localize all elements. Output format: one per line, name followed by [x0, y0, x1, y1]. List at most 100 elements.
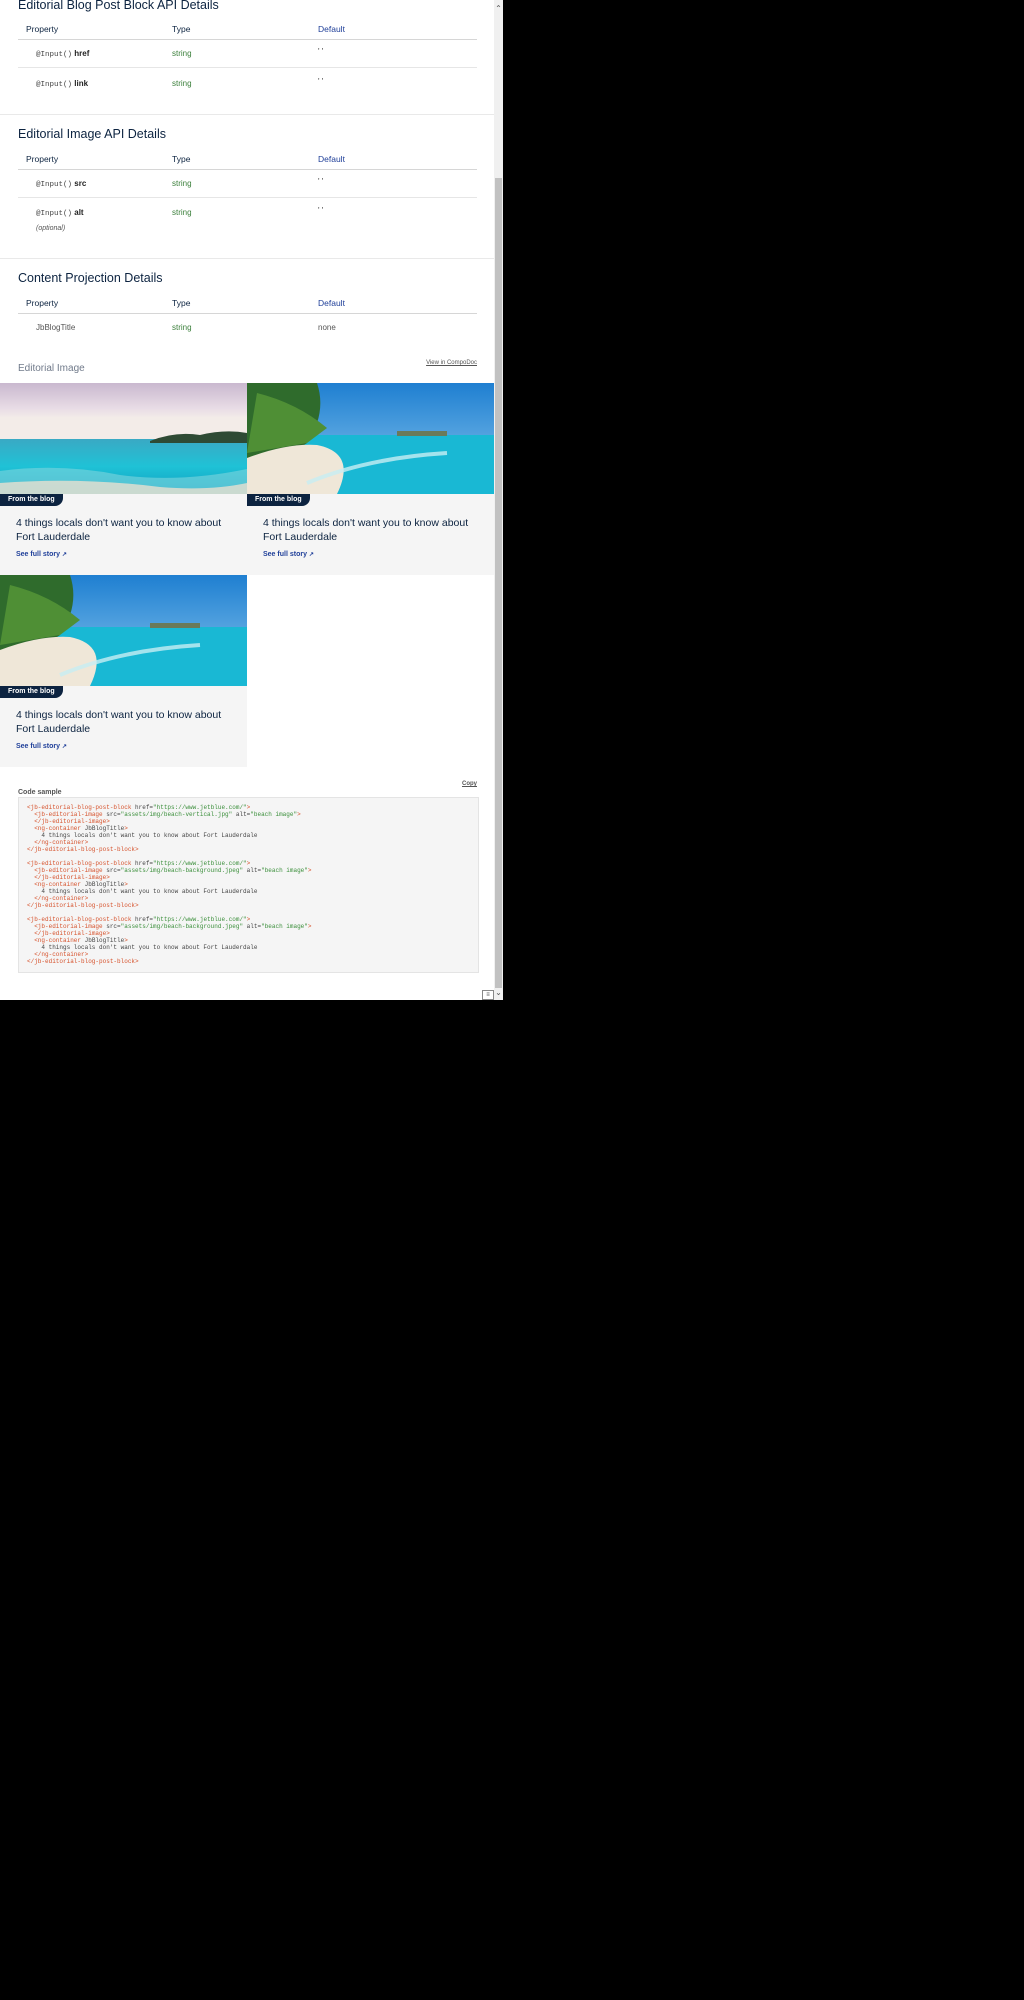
col-type: Type [164, 19, 310, 40]
type-value: string [172, 323, 192, 332]
type-value: string [172, 208, 192, 217]
code-line: </ng-container> [34, 895, 89, 902]
scroll-down-icon[interactable]: ⌄ [494, 988, 503, 998]
see-full-story-link[interactable]: See full story ↗ [263, 551, 314, 558]
code-line: <jb-editorial-blog-post-block href="http… [27, 804, 251, 811]
code-line: </jb-editorial-blog-post-block> [27, 958, 139, 965]
blog-card[interactable]: From the blog 4 things locals don't want… [0, 383, 247, 575]
property-name: JbBlogTitle [36, 323, 76, 332]
property-name: src [74, 179, 87, 188]
arrow-up-right-icon: ↗ [61, 552, 67, 558]
default-value: ' ' [318, 47, 324, 56]
link-label: See full story [263, 551, 307, 558]
code-line: <jb-editorial-image src="assets/img/beac… [34, 867, 312, 874]
table-row: @Input() alt (optional) string ' ' [18, 198, 477, 244]
copy-button[interactable]: Copy [462, 781, 477, 787]
blog-card[interactable]: From the blog 4 things locals don't want… [0, 575, 247, 767]
link-label: See full story [16, 743, 60, 750]
see-full-story-link[interactable]: See full story ↗ [16, 551, 67, 558]
scrollbar-thumb[interactable] [495, 178, 502, 988]
card-title: 4 things locals don't want you to know a… [16, 517, 222, 543]
arrow-up-right-icon: ↗ [308, 552, 314, 558]
code-line: <ng-container JbBlogTitle> [34, 937, 128, 944]
from-the-blog-badge: From the blog [247, 494, 310, 506]
code-line: 4 things locals don't want you to know a… [27, 944, 258, 951]
table-header: Property Type Default [18, 293, 477, 314]
code-line: <ng-container JbBlogTitle> [34, 881, 128, 888]
view-in-compodoc-link[interactable]: View in CompoDoc [426, 360, 477, 366]
code-line: <jb-editorial-image src="assets/img/beac… [34, 923, 312, 930]
default-value: ' ' [318, 77, 324, 86]
blog-post-api-section: Editorial Blog Post Block API Details Pr… [0, 0, 495, 98]
beach-image [247, 383, 494, 494]
type-value: string [172, 79, 192, 88]
code-line: </jb-editorial-blog-post-block> [27, 846, 139, 853]
code-line: <jb-editorial-blog-post-block href="http… [27, 916, 251, 923]
section-title: Editorial Image API Details [18, 127, 166, 141]
table-header: Property Type Default [18, 19, 477, 40]
col-type: Type [164, 293, 310, 314]
api-table: Property Type Default @Input() href stri… [18, 19, 477, 98]
col-default: Default [310, 293, 477, 314]
code-line: </jb-editorial-image> [34, 930, 110, 937]
beach-image [0, 383, 247, 494]
docs-page: Editorial Blog Post Block API Details Pr… [0, 0, 503, 1000]
code-line: <jb-editorial-image src="assets/img/beac… [34, 811, 301, 818]
from-the-blog-badge: From the blog [0, 494, 63, 506]
editorial-image-header: Editorial Image View in CompoDoc [18, 358, 477, 374]
arrow-up-right-icon: ↗ [61, 744, 67, 750]
table-header: Property Type Default [18, 149, 477, 170]
decorator: @Input() [36, 181, 73, 189]
code-sample-header: Code sample Copy [18, 781, 477, 796]
col-property: Property [18, 149, 164, 170]
code-line: </jb-editorial-image> [34, 818, 110, 825]
section-title: Content Projection Details [18, 271, 163, 285]
scroll-up-icon[interactable]: ⌃ [494, 4, 503, 14]
property-name: alt [74, 208, 84, 217]
decorator: @Input() [36, 81, 73, 89]
code-line: <ng-container JbBlogTitle> [34, 825, 128, 832]
image-api-section: Editorial Image API Details Property Typ… [0, 127, 495, 244]
code-line: </ng-container> [34, 951, 89, 958]
table-row: @Input() href string ' ' [18, 39, 477, 68]
table-row: @Input() link string ' ' [18, 68, 477, 98]
code-line: 4 things locals don't want you to know a… [27, 888, 258, 895]
api-table: Property Type Default JbBlogTitle string… [18, 293, 477, 340]
code-line: </jb-editorial-image> [34, 874, 110, 881]
editorial-image-title: Editorial Image [18, 363, 85, 374]
default-value: ' ' [318, 206, 324, 215]
api-table: Property Type Default @Input() src strin… [18, 149, 477, 244]
from-the-blog-badge: From the blog [0, 686, 63, 698]
property-name: link [74, 79, 89, 88]
blog-card[interactable]: From the blog 4 things locals don't want… [247, 383, 494, 575]
code-line: <jb-editorial-blog-post-block href="http… [27, 860, 251, 867]
col-default: Default [310, 19, 477, 40]
code-line: </ng-container> [34, 839, 89, 846]
beach-image [0, 575, 247, 686]
default-value: ' ' [318, 177, 324, 186]
link-label: See full story [16, 551, 60, 558]
card-title: 4 things locals don't want you to know a… [263, 517, 469, 543]
section-divider [0, 258, 494, 259]
decorator: @Input() [36, 51, 73, 59]
code-block[interactable]: <jb-editorial-blog-post-block href="http… [18, 797, 479, 973]
code-sample-label: Code sample [18, 789, 62, 796]
code-line: 4 things locals don't want you to know a… [27, 832, 258, 839]
table-row: @Input() src string ' ' [18, 169, 477, 198]
content-projection-section: Content Projection Details Property Type… [0, 271, 495, 340]
type-value: string [172, 49, 192, 58]
vertical-scrollbar[interactable]: ⌃ ⌄ [494, 0, 503, 1000]
type-value: string [172, 179, 192, 188]
decorator: @Input() [36, 210, 73, 218]
card-title: 4 things locals don't want you to know a… [16, 709, 222, 735]
code-line: </jb-editorial-blog-post-block> [27, 902, 139, 909]
default-value: none [318, 323, 336, 332]
section-title: Editorial Blog Post Block API Details [18, 0, 219, 12]
section-divider [0, 114, 494, 115]
see-full-story-link[interactable]: See full story ↗ [16, 743, 67, 750]
optional-note: (optional) [36, 225, 66, 232]
resize-handle-icon[interactable]: ≡ [482, 990, 494, 1000]
table-row: JbBlogTitle string none [18, 314, 477, 340]
col-property: Property [18, 19, 164, 40]
col-type: Type [164, 149, 310, 170]
